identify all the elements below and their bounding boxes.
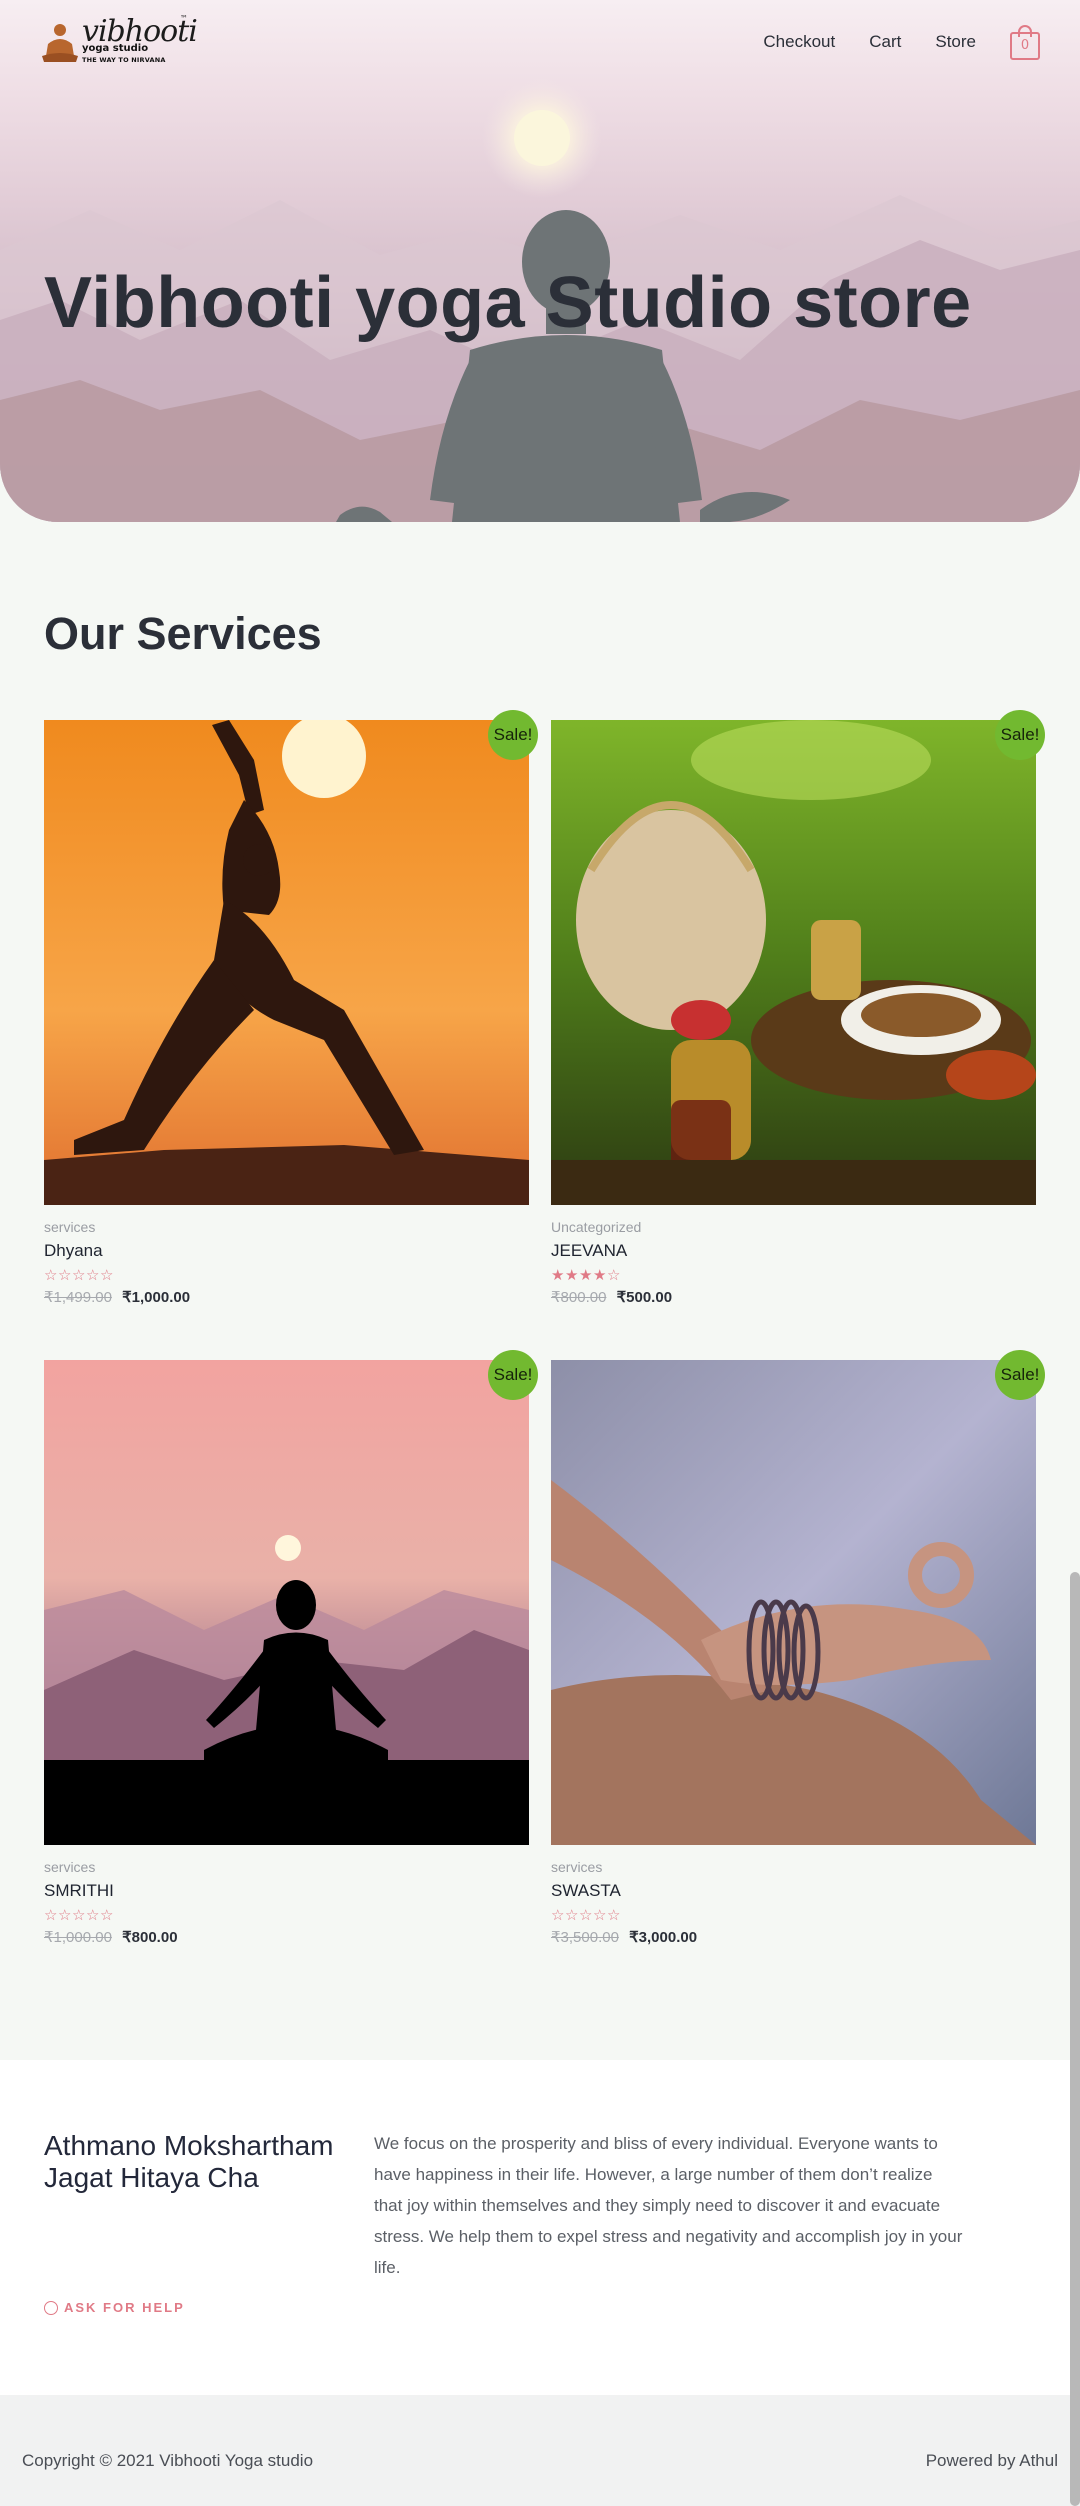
star-filled-icon: ★ (565, 1266, 579, 1284)
star-empty-icon: ☆ (100, 1906, 114, 1924)
product-card-smrithi[interactable]: Sale! services SMRITHI ☆☆☆☆☆ ₹1,000.00 ₹… (44, 1350, 538, 1946)
ask-for-help-label: ASK FOR HELP (64, 2300, 185, 2315)
star-empty-icon: ☆ (44, 1266, 58, 1284)
site-header: vibhooti ™ yoga studio THE WAY TO NIRVAN… (0, 0, 1080, 88)
ask-for-help-link[interactable]: ASK FOR HELP (44, 2300, 185, 2315)
hero-title: Vibhooti yoga Studio store (44, 263, 972, 343)
star-empty-icon: ☆ (58, 1266, 72, 1284)
sale-price: ₹1,000.00 (122, 1289, 191, 1306)
product-name[interactable]: SWASTA (551, 1881, 1036, 1901)
about-description: We focus on the prosperity and bliss of … (374, 2134, 963, 2277)
star-filled-icon: ★ (551, 1266, 565, 1284)
star-empty-icon: ☆ (58, 1906, 72, 1924)
sale-badge: Sale! (995, 710, 1045, 760)
sale-badge: Sale! (488, 710, 538, 760)
cart-count: 0 (1020, 38, 1030, 53)
product-price: ₹1,000.00 ₹800.00 (44, 1928, 529, 1946)
site-footer: Copyright © 2021 Vibhooti Yoga studio Po… (0, 2395, 1080, 2506)
star-empty-icon: ☆ (86, 1266, 100, 1284)
product-image[interactable] (44, 1360, 529, 1845)
product-card-jeevana[interactable]: Sale! Uncategorized JEEVANA ★★★★☆ ₹800.0… (551, 710, 1045, 1306)
product-rating: ☆☆☆☆☆ (551, 1906, 1036, 1924)
ayurveda-spices-image (551, 720, 1036, 1205)
services-title: Our Services (44, 608, 322, 659)
old-price: ₹1,499.00 (44, 1289, 112, 1306)
product-name[interactable]: JEEVANA (551, 1241, 1036, 1261)
product-name[interactable]: SMRITHI (44, 1881, 529, 1901)
whatsapp-icon (44, 2300, 58, 2315)
old-price: ₹1,000.00 (44, 1929, 112, 1946)
star-empty-icon: ☆ (579, 1906, 593, 1924)
sale-badge: Sale! (995, 1350, 1045, 1400)
product-price: ₹3,500.00 ₹3,000.00 (551, 1928, 1036, 1946)
cart-bag-icon[interactable]: 0 (1010, 24, 1040, 60)
sale-price: ₹500.00 (616, 1289, 673, 1306)
about-motto: Athmano Mokshartham Jagat Hitaya Cha (44, 2130, 334, 2193)
nav-checkout[interactable]: Checkout (763, 32, 835, 52)
copyright-text: Copyright © 2021 Vibhooti Yoga studio (22, 2451, 314, 2470)
star-empty-icon: ☆ (44, 1906, 58, 1924)
star-empty-icon: ☆ (565, 1906, 579, 1924)
logo-tagline: THE WAY TO NIRVANA (82, 56, 166, 64)
product-name[interactable]: Dhyana (44, 1241, 529, 1261)
product-price: ₹800.00 ₹500.00 (551, 1288, 1036, 1306)
star-empty-icon: ☆ (607, 1266, 621, 1284)
star-empty-icon: ☆ (72, 1906, 86, 1924)
product-price: ₹1,499.00 ₹1,000.00 (44, 1288, 529, 1306)
product-rating: ★★★★☆ (551, 1266, 1036, 1284)
product-category[interactable]: services (44, 1219, 529, 1235)
product-image[interactable] (551, 720, 1036, 1205)
logo-trademark: ™ (180, 14, 188, 23)
sale-price: ₹800.00 (122, 1929, 178, 1946)
old-price: ₹3,500.00 (551, 1929, 619, 1946)
logo-subtitle: yoga studio (82, 43, 149, 54)
product-rating: ☆☆☆☆☆ (44, 1266, 529, 1284)
star-empty-icon: ☆ (551, 1906, 565, 1924)
product-image[interactable] (44, 720, 529, 1205)
nav-cart[interactable]: Cart (869, 32, 901, 52)
star-filled-icon: ★ (593, 1266, 607, 1284)
nav-store[interactable]: Store (935, 32, 976, 52)
product-card-swasta[interactable]: Sale! services SWASTA ☆☆☆☆☆ ₹3,500.00 ₹3… (551, 1350, 1045, 1946)
powered-by-text[interactable]: Powered by Athul (926, 2451, 1058, 2471)
product-category[interactable]: Uncategorized (551, 1219, 1036, 1235)
old-price: ₹800.00 (551, 1289, 607, 1306)
star-empty-icon: ☆ (100, 1266, 114, 1284)
meditation-sunset-image (44, 1360, 529, 1845)
product-category[interactable]: services (44, 1859, 529, 1875)
product-card-dhyana[interactable]: Sale! services Dhyana ☆☆☆☆☆ ₹1,499.00 ₹1… (44, 710, 538, 1306)
product-rating: ☆☆☆☆☆ (44, 1906, 529, 1924)
site-logo[interactable]: vibhooti ™ yoga studio THE WAY TO NIRVAN… (40, 14, 200, 70)
hero-banner: vibhooti ™ yoga studio THE WAY TO NIRVAN… (0, 0, 1080, 522)
star-empty-icon: ☆ (593, 1906, 607, 1924)
star-empty-icon: ☆ (607, 1906, 621, 1924)
product-image[interactable] (551, 1360, 1036, 1845)
product-category[interactable]: services (551, 1859, 1036, 1875)
meditation-logo-icon (42, 24, 78, 62)
star-empty-icon: ☆ (86, 1906, 100, 1924)
sale-badge: Sale! (488, 1350, 538, 1400)
main-nav: Checkout Cart Store 0 (763, 24, 1040, 60)
mudra-hand-image (551, 1360, 1036, 1845)
star-empty-icon: ☆ (72, 1266, 86, 1284)
star-filled-icon: ★ (579, 1266, 593, 1284)
sale-price: ₹3,000.00 (629, 1929, 698, 1946)
about-section: Athmano Mokshartham Jagat Hitaya Cha We … (0, 2060, 1080, 2395)
yoga-pose-sunset-image (44, 720, 529, 1205)
page-scrollbar[interactable] (1070, 1572, 1080, 2506)
